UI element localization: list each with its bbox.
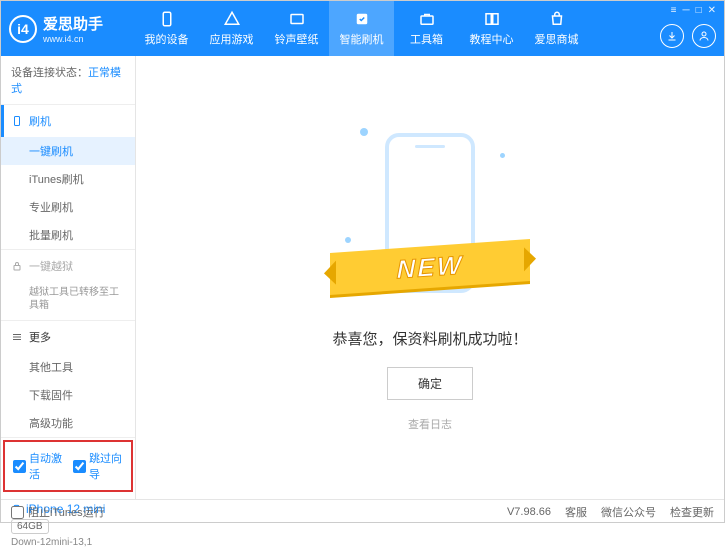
list-icon bbox=[11, 331, 23, 343]
user-button[interactable] bbox=[692, 24, 716, 48]
sidebar-item-oneclick[interactable]: 一键刷机 bbox=[1, 137, 135, 165]
lock-icon bbox=[11, 260, 23, 272]
close-icon[interactable]: ✕ bbox=[708, 5, 716, 16]
app-title: 爱思助手 bbox=[43, 13, 103, 34]
sidebar-more-header[interactable]: 更多 bbox=[1, 321, 135, 353]
nav-toolbox[interactable]: 工具箱 bbox=[394, 1, 459, 56]
sidebar-flash-header[interactable]: 刷机 bbox=[1, 105, 135, 137]
jailbreak-note: 越狱工具已转移至工具箱 bbox=[1, 282, 135, 320]
options-highlight: 自动激活 跳过向导 bbox=[3, 440, 133, 492]
sidebar-item-pro[interactable]: 专业刷机 bbox=[1, 193, 135, 221]
toolbox-icon bbox=[418, 10, 436, 28]
device-icon bbox=[158, 10, 176, 28]
book-icon bbox=[483, 10, 501, 28]
success-illustration: NEW bbox=[340, 123, 520, 313]
sidebar-item-advanced[interactable]: 高级功能 bbox=[1, 409, 135, 437]
auto-activate-checkbox[interactable]: 自动激活 bbox=[13, 450, 63, 482]
sidebar-item-itunes[interactable]: iTunes刷机 bbox=[1, 165, 135, 193]
nav-flash[interactable]: 智能刷机 bbox=[329, 1, 394, 56]
sidebar-jailbreak-header[interactable]: 一键越狱 bbox=[1, 250, 135, 282]
sidebar: 设备连接状态：正常模式 刷机 一键刷机 iTunes刷机 专业刷机 批量刷机 一… bbox=[1, 56, 136, 499]
wallpaper-icon bbox=[288, 10, 306, 28]
success-message: 恭喜您，保资料刷机成功啦！ bbox=[332, 328, 527, 349]
download-icon bbox=[666, 30, 678, 42]
ok-button[interactable]: 确定 bbox=[387, 367, 473, 400]
main-nav: 我的设备 应用游戏 铃声壁纸 智能刷机 工具箱 教程中心 爱思商城 bbox=[134, 1, 716, 56]
minimize-icon[interactable]: ─ bbox=[682, 5, 689, 16]
version-label: V7.98.66 bbox=[507, 506, 551, 518]
main-content: NEW 恭喜您，保资料刷机成功啦！ 确定 查看日志 bbox=[136, 56, 724, 499]
sidebar-item-other[interactable]: 其他工具 bbox=[1, 353, 135, 381]
update-link[interactable]: 检查更新 bbox=[670, 504, 714, 520]
service-link[interactable]: 客服 bbox=[565, 504, 587, 520]
window-controls: ≡ ─ □ ✕ bbox=[671, 5, 716, 16]
block-itunes-checkbox[interactable]: 阻止iTunes运行 bbox=[11, 504, 105, 520]
maximize-icon[interactable]: □ bbox=[696, 5, 702, 16]
user-icon bbox=[698, 30, 710, 42]
view-log-link[interactable]: 查看日志 bbox=[408, 416, 452, 432]
nav-apps[interactable]: 应用游戏 bbox=[199, 1, 264, 56]
wechat-link[interactable]: 微信公众号 bbox=[601, 504, 656, 520]
app-url: www.i4.cn bbox=[43, 34, 103, 44]
logo-icon: i4 bbox=[9, 15, 37, 43]
nav-ringtones[interactable]: 铃声壁纸 bbox=[264, 1, 329, 56]
device-model: Down-12mini-13,1 bbox=[11, 537, 125, 548]
sidebar-item-download[interactable]: 下载固件 bbox=[1, 381, 135, 409]
nav-my-device[interactable]: 我的设备 bbox=[134, 1, 199, 56]
storage-badge: 64GB bbox=[11, 519, 49, 534]
flash-icon bbox=[353, 10, 371, 28]
connection-status: 设备连接状态：正常模式 bbox=[1, 56, 135, 105]
store-icon bbox=[548, 10, 566, 28]
apps-icon bbox=[223, 10, 241, 28]
app-header: i4 爱思助手 www.i4.cn 我的设备 应用游戏 铃声壁纸 智能刷机 工具… bbox=[1, 1, 724, 56]
new-ribbon: NEW bbox=[330, 239, 530, 295]
logo: i4 爱思助手 www.i4.cn bbox=[9, 13, 134, 44]
skip-guide-checkbox[interactable]: 跳过向导 bbox=[73, 450, 123, 482]
nav-store[interactable]: 爱思商城 bbox=[524, 1, 589, 56]
phone-icon bbox=[11, 115, 23, 127]
menu-icon[interactable]: ≡ bbox=[671, 5, 677, 16]
nav-tutorials[interactable]: 教程中心 bbox=[459, 1, 524, 56]
download-button[interactable] bbox=[660, 24, 684, 48]
sidebar-item-batch[interactable]: 批量刷机 bbox=[1, 221, 135, 249]
